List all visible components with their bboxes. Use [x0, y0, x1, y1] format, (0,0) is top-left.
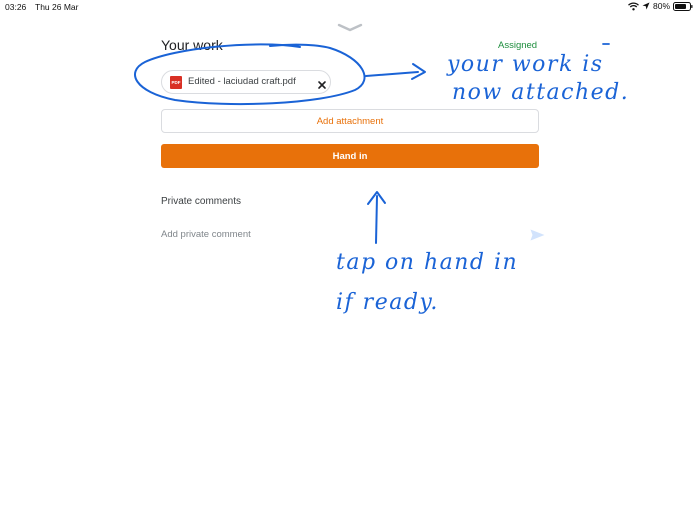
battery-percent: 80% [652, 1, 670, 11]
pdf-icon: PDF [170, 76, 182, 89]
chevron-down-icon[interactable] [337, 19, 363, 37]
battery-icon [673, 1, 693, 11]
send-icon[interactable] [530, 228, 545, 246]
handwritten-annotations [134, 43, 610, 244]
location-arrow-icon [642, 2, 650, 10]
private-comments-title: Private comments [161, 196, 242, 207]
status-indicators: 80% [628, 1, 693, 11]
status-bar: 03:26 Thu 26 Mar 80% [0, 0, 700, 14]
status-date: Thu 26 Mar [35, 2, 79, 12]
wifi-icon [628, 1, 639, 11]
annotation-arrowhead-right [411, 63, 426, 80]
private-comment-input[interactable] [161, 229, 521, 240]
status-time: 03:26 [5, 2, 27, 12]
classroom-assignment-page: 03:26 Thu 26 Mar 80% Your work Assigned … [0, 0, 700, 525]
close-icon[interactable] [317, 77, 327, 89]
attachment-chip[interactable]: PDF Edited - laciudad craft.pdf [161, 70, 331, 94]
add-attachment-button[interactable]: Add attachment [161, 109, 539, 133]
annotation-text-line3: tap on hand in [336, 250, 519, 275]
annotation-text-line1: your work is [447, 52, 604, 77]
attachment-name[interactable]: Edited - laciudad craft.pdf [188, 76, 296, 87]
annotation-text-line2: now attached. [452, 80, 630, 105]
annotation-arrowhead-up [367, 191, 386, 205]
annotation-text-line4: if ready. [336, 290, 439, 315]
annotation-arrow-right [365, 71, 419, 77]
status-badge: Assigned [498, 40, 538, 51]
hand-in-button[interactable]: Hand in [161, 144, 539, 168]
your-work-title: Your work [161, 37, 223, 53]
